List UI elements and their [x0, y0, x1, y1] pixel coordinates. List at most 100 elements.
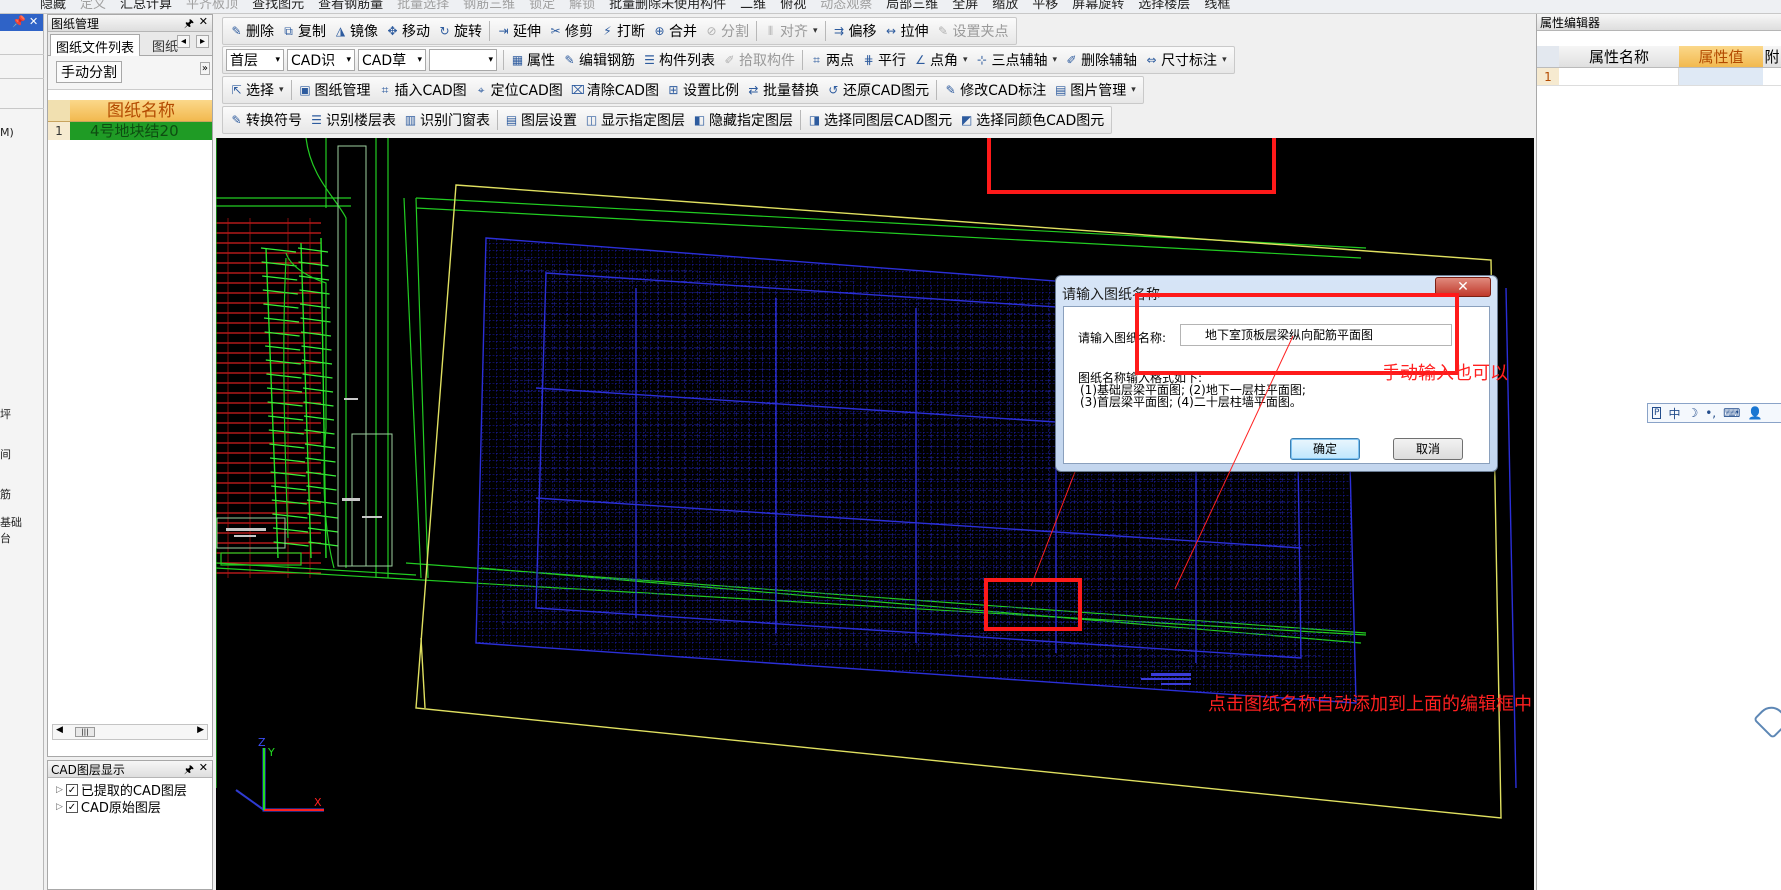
- toolbar2-items-button-3[interactable]: ✐ 拾取构件: [719, 48, 799, 72]
- top-toolbar-item[interactable]: 俯视: [780, 0, 806, 12]
- cad-canvas[interactable]: Z Y X 手动输入也可以 点击图纸名称自动添加到上面的编辑框中: [216, 138, 1534, 890]
- toolbar1-button-12[interactable]: ↔ 拉伸: [881, 19, 933, 43]
- toolbar2-items-button-8[interactable]: ✐ 删除辅轴: [1061, 48, 1141, 72]
- top-toolbar-item[interactable]: 查找图元: [252, 0, 304, 12]
- ime-toolbar[interactable]: P 中 ☽ •, ⌨ 👤: [1647, 403, 1781, 423]
- tab-drawing-list[interactable]: 图纸文件列表: [50, 34, 141, 56]
- toolbar3-button-8[interactable]: ✎ 修改CAD标注: [940, 78, 1050, 102]
- ime-moon-icon[interactable]: ☽: [1687, 406, 1698, 420]
- ime-logo-icon[interactable]: P: [1652, 407, 1662, 419]
- toolbar2-items-button-1[interactable]: ✎ 编辑钢筋: [559, 48, 639, 72]
- toolbar1-button-8[interactable]: ⊕ 合并: [649, 19, 701, 43]
- toolbar1-button-11[interactable]: ⇉ 偏移: [829, 19, 881, 43]
- toolbar3-button-4[interactable]: ⌧ 清除CAD图: [567, 78, 663, 102]
- top-toolbar-item[interactable]: 动态观察: [820, 0, 872, 12]
- top-toolbar-item[interactable]: 平齐板顶: [186, 0, 238, 12]
- ok-button[interactable]: 确定: [1290, 438, 1360, 460]
- layer-checkbox[interactable]: ✓: [65, 800, 78, 813]
- tab-scroll-left-icon[interactable]: ◂: [176, 35, 190, 48]
- top-toolbar-item[interactable]: 全屏: [952, 0, 978, 12]
- table-row[interactable]: 1: [1537, 68, 1781, 86]
- top-toolbar-item[interactable]: 缩放: [992, 0, 1018, 12]
- ime-language-toggle[interactable]: 中: [1668, 405, 1680, 422]
- toolbar2-items-button-2[interactable]: ☰ 构件列表: [639, 48, 719, 72]
- cancel-button[interactable]: 取消: [1393, 438, 1463, 460]
- toolbar1-button-3[interactable]: ✥ 移动: [382, 19, 434, 43]
- layer-item[interactable]: ▷ ✓ CAD原始图层: [56, 798, 212, 816]
- toolbar1-button-13[interactable]: ✎ 设置夹点: [933, 19, 1013, 43]
- pin-icon[interactable]: 🖈: [184, 761, 194, 780]
- column-header-property-name[interactable]: 属性名称: [1559, 46, 1679, 67]
- toolbar2-items-button-4[interactable]: ⌗ 两点: [806, 48, 858, 72]
- toolbar3-button-0[interactable]: ⇱ 选择: [226, 78, 288, 102]
- toolbar3-button-6[interactable]: ⇄ 批量替换: [743, 78, 823, 102]
- ime-punct-icon[interactable]: •,: [1705, 406, 1716, 420]
- column-header-property-value[interactable]: 属性值: [1679, 46, 1763, 67]
- toolbar3-button-3[interactable]: ⌖ 定位CAD图: [471, 78, 567, 102]
- top-toolbar-item[interactable]: 批量选择: [397, 0, 449, 12]
- expand-arrow-icon[interactable]: ▷: [56, 802, 63, 812]
- expand-arrow-icon[interactable]: ▷: [56, 785, 63, 795]
- horizontal-scrollbar[interactable]: ◀ ||| ▶: [52, 724, 208, 740]
- toolbar3-button-1[interactable]: ▣ 图纸管理: [295, 78, 375, 102]
- top-toolbar-item[interactable]: 解锁: [569, 0, 595, 12]
- cad-draft-select[interactable]: CAD草 ▾: [358, 49, 426, 71]
- toolbar1-button-9[interactable]: ⊘ 分割: [701, 19, 753, 43]
- toolbar4-button-2[interactable]: ▥ 识别门窗表: [400, 108, 494, 132]
- top-toolbar-item[interactable]: 查看钢筋量: [318, 0, 383, 12]
- tab-scroll-right-icon[interactable]: ▸: [195, 35, 209, 48]
- layer-checkbox[interactable]: ✓: [65, 783, 78, 796]
- toolbar1-button-5[interactable]: ⇥ 延伸: [493, 19, 545, 43]
- toolbar2-items-button-7[interactable]: ⊹ 三点辅轴: [972, 48, 1062, 72]
- tab-other[interactable]: 图纸: [152, 36, 178, 55]
- empty-select[interactable]: ▾: [429, 49, 497, 71]
- toolbar4-button-7[interactable]: ◩ 选择同颜色CAD图元: [956, 108, 1108, 132]
- top-toolbar-item[interactable]: 屏幕旋转: [1072, 0, 1124, 12]
- top-toolbar-item[interactable]: 线框: [1204, 0, 1230, 12]
- toolbar3-button-2[interactable]: ⌗ 插入CAD图: [375, 78, 471, 102]
- toolbar2-items-button-0[interactable]: ▦ 属性: [507, 48, 559, 72]
- toolbar4-button-4[interactable]: ◫ 显示指定图层: [581, 108, 689, 132]
- toolbar4-button-3[interactable]: ▤ 图层设置: [501, 108, 581, 132]
- toolbar3-button-5[interactable]: ⊞ 设置比例: [663, 78, 743, 102]
- layer-item[interactable]: ▷ ✓ 已提取的CAD图层: [56, 781, 212, 799]
- toolbar1-button-6[interactable]: ✂ 修剪: [545, 19, 597, 43]
- top-toolbar-item[interactable]: 选择楼层: [1138, 0, 1190, 12]
- top-toolbar-item[interactable]: 汇总计算: [120, 0, 172, 12]
- pin-icon[interactable]: 📌: [12, 15, 26, 28]
- toolbar1-button-1[interactable]: ⧉ 复制: [278, 19, 330, 43]
- scroll-thumb[interactable]: |||: [75, 727, 95, 737]
- toolbar1-button-2[interactable]: ◮ 镜像: [330, 19, 382, 43]
- toolbar1-button-7[interactable]: ⚡ 打断: [597, 19, 649, 43]
- scroll-right-icon[interactable]: ▶: [197, 725, 204, 735]
- scroll-left-icon[interactable]: ◀: [56, 725, 63, 735]
- top-toolbar-item[interactable]: 平移: [1032, 0, 1058, 12]
- floor-select[interactable]: 首层 ▾: [226, 49, 284, 71]
- expand-icon[interactable]: »: [199, 62, 210, 75]
- drawing-name-cell[interactable]: 4号地块结20: [70, 122, 212, 140]
- top-toolbar-item[interactable]: 定义: [80, 0, 106, 12]
- column-header-extra[interactable]: 附: [1763, 46, 1781, 67]
- top-toolbar-item[interactable]: 局部三维: [886, 0, 938, 12]
- toolbar2-items-button-6[interactable]: ∠ 点角: [910, 48, 972, 72]
- toolbar2-items-button-5[interactable]: ⋕ 平行: [858, 48, 910, 72]
- manual-split-button[interactable]: 手动分割: [56, 61, 122, 83]
- top-toolbar-item[interactable]: 钢筋三维: [463, 0, 515, 12]
- cad-recognize-select[interactable]: CAD识 ▾: [287, 49, 355, 71]
- toolbar2-items-button-9[interactable]: ⇔ 尺寸标注: [1141, 48, 1231, 72]
- close-icon[interactable]: ✕: [29, 15, 38, 28]
- toolbar4-button-1[interactable]: ☰ 识别楼层表: [306, 108, 400, 132]
- top-toolbar-item[interactable]: 隐藏: [40, 0, 66, 12]
- toolbar4-button-5[interactable]: ◧ 隐藏指定图层: [689, 108, 797, 132]
- close-icon[interactable]: ✕: [199, 761, 208, 774]
- toolbar1-button-10[interactable]: ⫴ 对齐: [760, 19, 822, 43]
- column-header-drawing-name[interactable]: 图纸名称: [70, 100, 212, 121]
- table-row[interactable]: 1 4号地块结20: [48, 122, 212, 140]
- toolbar3-button-7[interactable]: ↺ 还原CAD图元: [823, 78, 933, 102]
- ime-user-icon[interactable]: 👤: [1747, 406, 1762, 420]
- top-toolbar-item[interactable]: 批量删除未使用构件: [609, 0, 726, 12]
- top-toolbar-item[interactable]: 二维: [740, 0, 766, 12]
- toolbar3-button-9[interactable]: ▤ 图片管理: [1050, 78, 1140, 102]
- toolbar4-button-0[interactable]: ✎ 转换符号: [226, 108, 306, 132]
- ime-keyboard-icon[interactable]: ⌨: [1723, 406, 1740, 420]
